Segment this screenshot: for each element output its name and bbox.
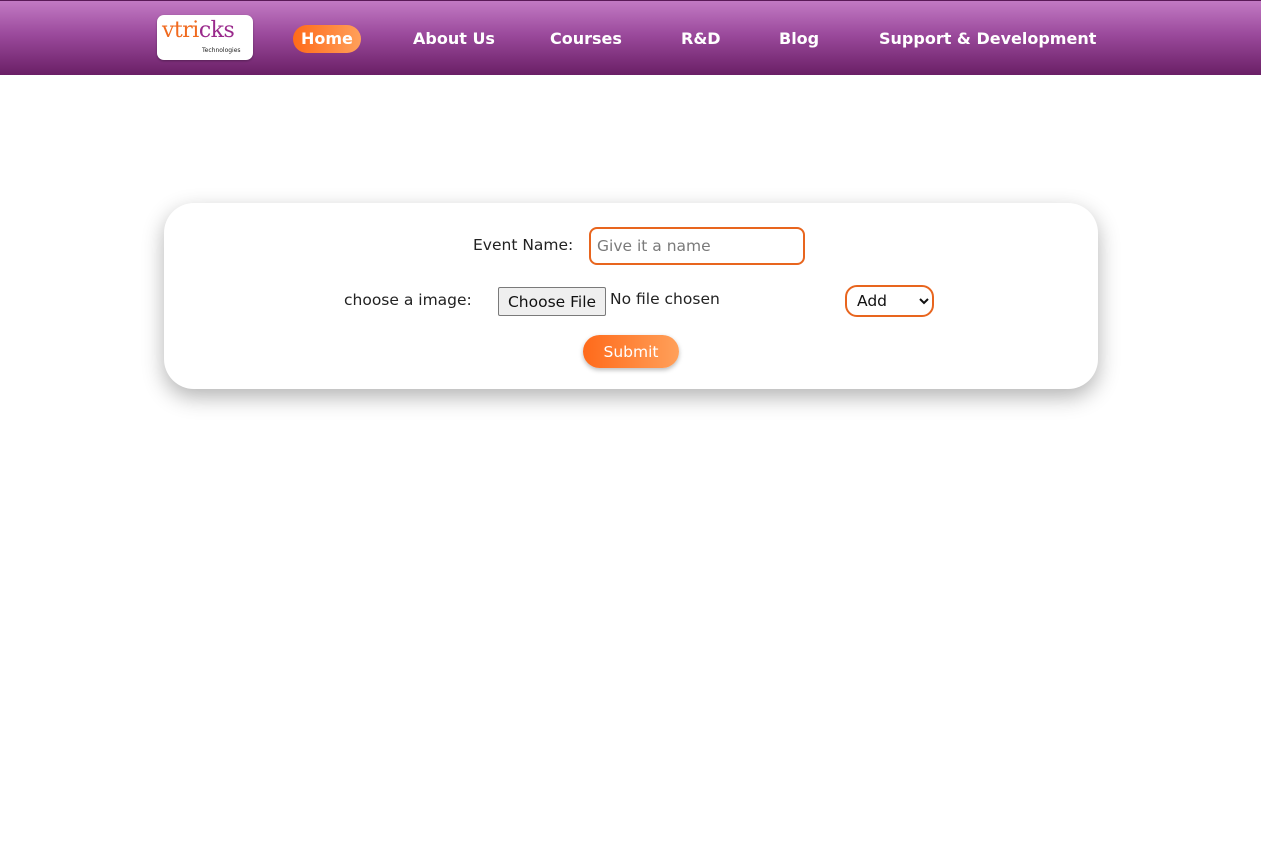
choose-image-label: choose a image: bbox=[344, 291, 472, 309]
logo-subtitle: Technologies bbox=[202, 47, 241, 54]
nav-item-blog[interactable]: Blog bbox=[779, 25, 819, 53]
file-status-text: No file chosen bbox=[610, 290, 720, 308]
nav-item-about-us[interactable]: About Us bbox=[413, 25, 495, 53]
nav-item-home[interactable]: Home bbox=[293, 25, 361, 53]
nav-item-courses[interactable]: Courses bbox=[550, 25, 622, 53]
nav-item-support-development[interactable]: Support & Development bbox=[879, 25, 1096, 53]
event-name-label: Event Name: bbox=[473, 236, 574, 254]
logo-wordmark: vtricks bbox=[162, 18, 235, 43]
choose-file-button[interactable]: Choose File bbox=[498, 287, 606, 316]
event-name-input[interactable] bbox=[589, 227, 805, 265]
nav-item-r-and-d[interactable]: R&D bbox=[681, 25, 721, 53]
vtricks-logo[interactable]: vtricks Technologies bbox=[157, 15, 253, 60]
top-navbar: vtricks Technologies Home About Us Cours… bbox=[0, 0, 1261, 75]
event-form-card: Event Name: choose a image: Choose File … bbox=[164, 203, 1098, 389]
submit-button[interactable]: Submit bbox=[583, 335, 679, 368]
action-select[interactable]: Add bbox=[845, 285, 934, 317]
